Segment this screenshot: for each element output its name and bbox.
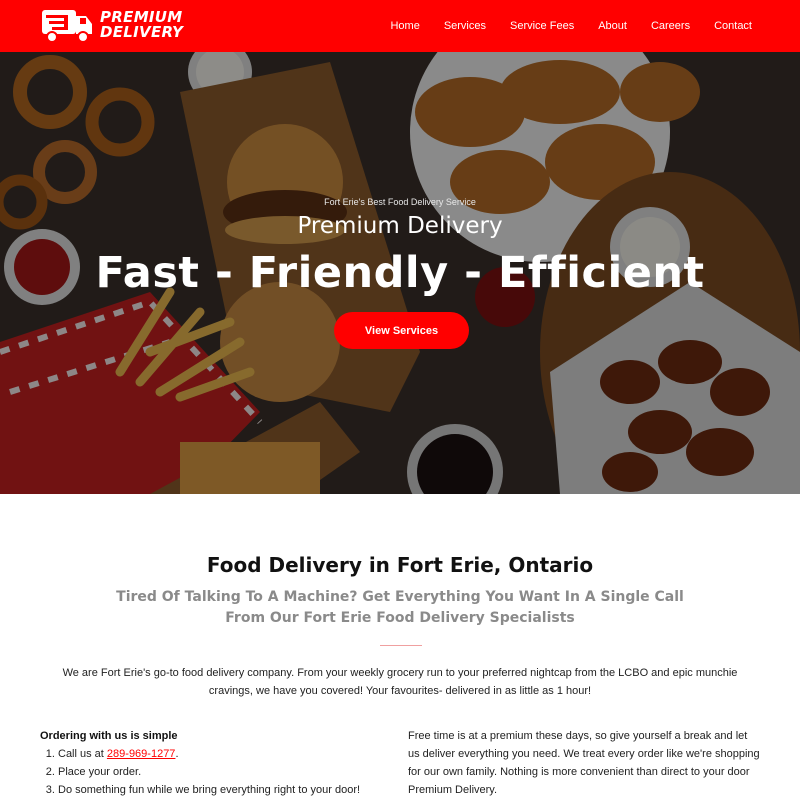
nav-home[interactable]: Home	[390, 20, 419, 32]
hero-title: Fast - Friendly - Efficient	[95, 248, 705, 298]
phone-link[interactable]: 289-969-1277	[107, 748, 176, 760]
delivery-truck-icon	[40, 6, 94, 44]
ordering-step-3: Do something fun while we bring everythi…	[58, 781, 380, 799]
nav-service-fees[interactable]: Service Fees	[510, 20, 574, 32]
step-1-prefix: Call us at	[58, 748, 107, 760]
nav-services[interactable]: Services	[444, 20, 486, 32]
view-services-button[interactable]: View Services	[334, 312, 469, 349]
brand-logo[interactable]: PREMIUM DELIVERY	[40, 6, 183, 44]
nav-careers[interactable]: Careers	[651, 20, 690, 32]
hero-banner: Fort Erie's Best Food Delivery Service P…	[0, 52, 800, 494]
site-header: PREMIUM DELIVERY Home Services Service F…	[0, 0, 800, 52]
brand-wordmark: PREMIUM DELIVERY	[100, 10, 183, 40]
main-nav: Home Services Service Fees About Careers…	[366, 0, 752, 52]
section-divider	[380, 645, 422, 646]
ordering-step-2: Place your order.	[58, 763, 380, 781]
ordering-list: Call us at 289-969-1277. Place your orde…	[40, 745, 380, 799]
ordering-steps: Ordering with us is simple Call us at 28…	[40, 727, 380, 799]
nav-contact[interactable]: Contact	[714, 20, 752, 32]
ordering-heading: Ordering with us is simple	[40, 730, 178, 742]
nav-about[interactable]: About	[598, 20, 627, 32]
section-subtitle: Tired Of Talking To A Machine? Get Every…	[116, 589, 684, 626]
intro-paragraph: We are Fort Erie's go-to food delivery c…	[62, 667, 738, 697]
hero-eyebrow: Fort Erie's Best Food Delivery Service	[324, 197, 476, 207]
section-title: Food Delivery in Fort Erie, Ontario	[206, 553, 594, 577]
brand-line-2: DELIVERY	[100, 23, 184, 41]
hero-subtitle: Premium Delivery	[297, 213, 503, 239]
ordering-step-1: Call us at 289-969-1277.	[58, 745, 380, 763]
benefits-paragraph: Free time is at a premium these days, so…	[408, 730, 760, 796]
step-1-suffix: .	[175, 748, 179, 760]
